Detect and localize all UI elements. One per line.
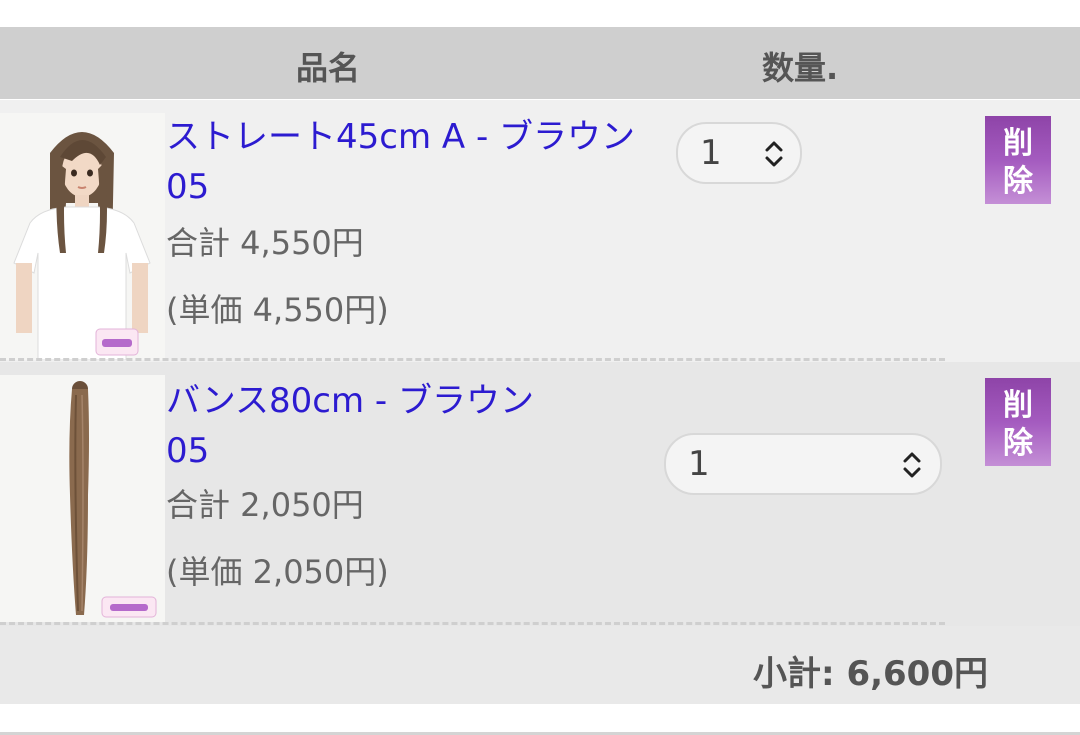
delete-label-bottom: 除 xyxy=(1003,164,1033,199)
delete-label-top: 削 xyxy=(1003,388,1033,423)
line-total: 合計 2,050円 xyxy=(166,486,364,524)
delete-button[interactable]: 削 除 xyxy=(985,116,1051,204)
delete-label-top: 削 xyxy=(1003,126,1033,161)
line-total: 合計 4,550円 xyxy=(166,224,364,262)
chevron-up-down-icon xyxy=(903,452,921,478)
subtotal-row: 小計: 6,600円 xyxy=(0,626,1080,704)
quantity-select[interactable]: 1 xyxy=(676,122,802,184)
product-thumbnail[interactable] xyxy=(0,375,165,622)
cart-item-row: ストレート45cm A - ブラウン05 合計 4,550円 (単価 4,550… xyxy=(0,100,1080,362)
hair-extension-image xyxy=(0,375,165,622)
unit-price: (単価 2,050円) xyxy=(166,553,389,591)
delete-button[interactable]: 削 除 xyxy=(985,378,1051,466)
cart-item-row: バンス80cm - ブラウン05 合計 2,050円 (単価 2,050円) 1… xyxy=(0,362,1080,626)
chevron-up-down-icon xyxy=(765,141,783,167)
product-thumbnail[interactable] xyxy=(0,113,165,360)
quantity-value: 1 xyxy=(688,444,710,484)
unit-price: (単価 4,550円) xyxy=(166,291,389,329)
delete-label-bottom: 除 xyxy=(1003,426,1033,461)
wig-mannequin-image xyxy=(0,113,165,360)
cart-page: 品名 数量. ストレート45cm A - ブラウン05 合計 4,550円 (単… xyxy=(0,0,1080,735)
product-name-link[interactable]: ストレート45cm A - ブラウン05 xyxy=(166,112,636,212)
column-header-quantity: 数量. xyxy=(762,49,839,87)
quantity-value: 1 xyxy=(700,133,722,173)
quantity-select[interactable]: 1 xyxy=(664,433,942,495)
cart-table-header: 品名 数量. xyxy=(0,27,1080,99)
column-header-product-name: 品名 xyxy=(296,49,361,87)
product-name-link[interactable]: バンス80cm - ブラウン05 xyxy=(166,376,566,476)
subtotal-amount: 小計: 6,600円 xyxy=(753,654,988,694)
row-divider xyxy=(0,358,945,361)
row-divider xyxy=(0,622,945,625)
